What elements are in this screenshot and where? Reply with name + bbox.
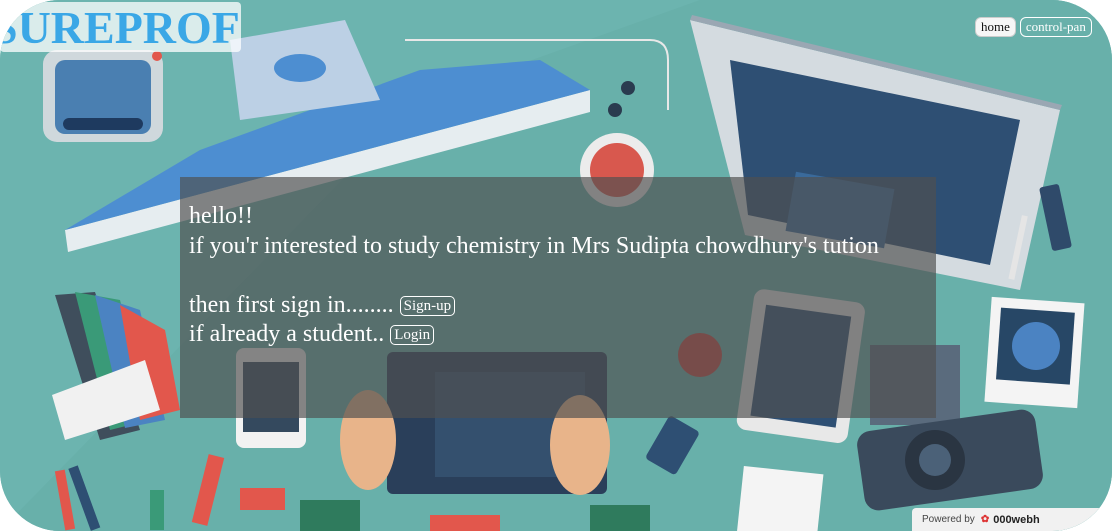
login-prompt: if already a student.. [189,321,385,347]
control-panel-button[interactable]: control-pan [1019,17,1092,37]
powered-brand: 000webh [993,513,1040,526]
welcome-panel: hello!! if you'r interested to study che… [180,177,936,418]
intro-line: if you'r interested to study chemistry i… [189,232,879,259]
logo-text: SUREPROF [0,2,240,52]
signup-button[interactable]: Sign-up [399,295,456,316]
top-nav: home control-pan [975,17,1092,37]
webhost-logo-icon: ✿ [980,514,990,525]
site-logo[interactable]: SUREPROF [0,2,241,52]
login-button[interactable]: Login [390,325,435,345]
page-stage: SUREPROF home control-pan hello!! if you… [0,0,1112,531]
home-button[interactable]: home [975,17,1016,37]
powered-by-badge[interactable]: Powered by ✿ 000webh [912,508,1102,531]
signup-line: then first sign in........ Sign-up [189,291,909,321]
welcome-text: hello!! if you'r interested to study che… [189,202,909,350]
powered-prefix: Powered by [922,514,975,525]
login-line: if already a student.. Login [189,320,909,350]
greeting-line: hello!! [189,203,253,229]
signup-prompt: then first sign in........ [189,291,394,318]
